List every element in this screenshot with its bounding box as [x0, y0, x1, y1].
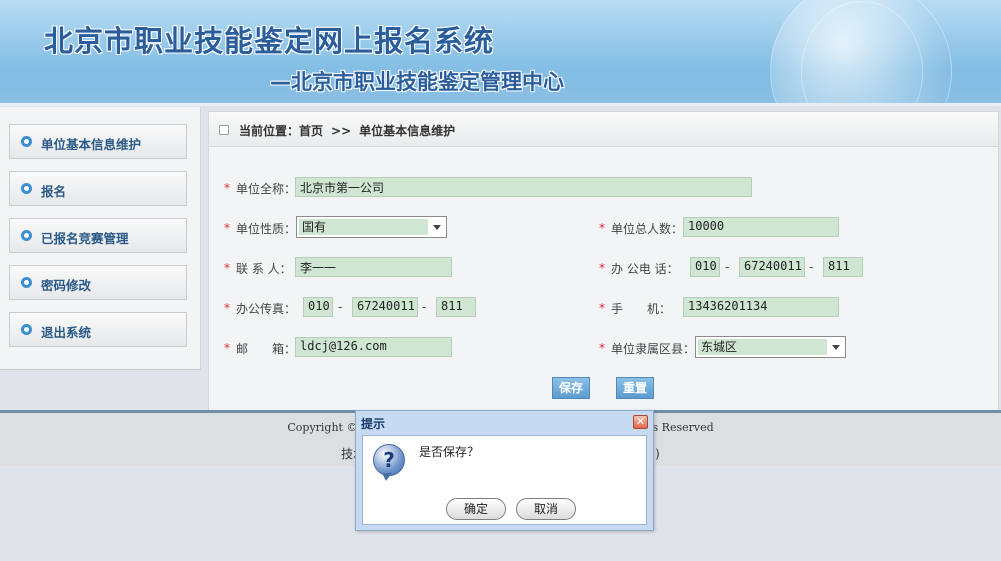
header-banner: 北京市职业技能鉴定网上报名系统 —北京市职业技能鉴定管理中心 — [0, 0, 1001, 103]
question-icon: ? — [373, 444, 405, 481]
office-phone-ext-input[interactable]: 811 — [823, 257, 863, 277]
bullet-icon — [21, 324, 32, 335]
required-star: * — [224, 221, 230, 235]
email-label: 邮 箱： — [236, 342, 297, 356]
office-phone-number-input[interactable]: 67240011 — [739, 257, 805, 277]
required-star: * — [599, 341, 605, 355]
sidebar-item-unit-info[interactable]: 单位基本信息维护 — [9, 124, 187, 159]
district-label: 单位隶属区县： — [611, 342, 696, 356]
ok-button[interactable]: 确定 — [446, 498, 506, 520]
unit-type-select[interactable]: 国有 — [296, 216, 447, 238]
unit-type-label: 单位性质： — [236, 222, 297, 236]
breadcrumb-arrow-icon — [219, 125, 229, 135]
bullet-icon — [21, 183, 32, 194]
office-phone-area-input[interactable]: 010 — [690, 257, 720, 277]
required-star: * — [224, 261, 230, 275]
sidebar-item-change-password[interactable]: 密码修改 — [9, 265, 187, 300]
contact-input[interactable]: 李一一 — [295, 257, 452, 277]
required-star: * — [599, 221, 605, 235]
district-select[interactable]: 东城区 — [695, 336, 846, 358]
system-title: 北京市职业技能鉴定网上报名系统 — [44, 24, 495, 58]
reset-button[interactable]: 重置 — [616, 377, 654, 399]
total-staff-label: 单位总人数： — [611, 222, 684, 236]
cancel-button[interactable]: 取消 — [516, 498, 576, 520]
office-fax-label: 办公传真： — [236, 302, 297, 316]
breadcrumb-separator: >> — [331, 124, 352, 138]
dialog-body: ? 是否保存？ 确定 取消 — [362, 435, 647, 525]
mobile-input[interactable]: 13436201134 — [683, 297, 839, 317]
required-star: * — [224, 341, 230, 355]
unit-name-label: 单位全称： — [236, 182, 297, 196]
breadcrumb-prefix: 当前位置：首页 — [239, 124, 324, 138]
confirm-dialog: 提示 ✕ ? 是否保存？ 确定 取消 — [355, 410, 654, 531]
bullet-icon — [21, 277, 32, 288]
required-star: * — [599, 301, 605, 315]
sidebar: 单位基本信息维护 报名 已报名竞赛管理 密码修改 退出系统 — [0, 107, 201, 370]
sidebar-item-label: 密码修改 — [41, 278, 92, 293]
dialog-message: 是否保存？ — [419, 445, 480, 459]
required-star: * — [224, 301, 230, 315]
sidebar-item-label: 报名 — [41, 184, 67, 199]
chevron-down-icon — [832, 345, 840, 350]
contact-label: 联 系 人： — [236, 262, 292, 276]
office-fax-area-input[interactable]: 010 — [303, 297, 333, 317]
mobile-label: 手 机： — [611, 302, 672, 316]
sidebar-item-register[interactable]: 报名 — [9, 171, 187, 206]
bullet-icon — [21, 230, 32, 241]
sidebar-item-label: 退出系统 — [41, 325, 92, 340]
bullet-icon — [21, 136, 32, 147]
support-text-end: ) — [655, 447, 660, 461]
sidebar-item-registered-contests[interactable]: 已报名竞赛管理 — [9, 218, 187, 253]
email-input[interactable]: ldcj@126.com — [295, 337, 452, 357]
save-button[interactable]: 保存 — [552, 377, 590, 399]
unit-type-value: 国有 — [299, 219, 428, 235]
district-value: 东城区 — [698, 339, 827, 355]
main-panel: 当前位置：首页 >> 单位基本信息维护 * 单位全称： 北京市第一公司 * 单位性质… — [208, 111, 999, 411]
sidebar-item-logout[interactable]: 退出系统 — [9, 312, 187, 347]
system-subtitle: —北京市职业技能鉴定管理中心 — [270, 70, 564, 94]
required-star: * — [599, 261, 605, 275]
office-phone-label: 办 公电 话： — [611, 262, 679, 276]
required-star: * — [224, 181, 230, 195]
office-fax-number-input[interactable]: 67240011 — [352, 297, 418, 317]
unit-name-input[interactable]: 北京市第一公司 — [295, 177, 752, 197]
breadcrumb-current: 单位基本信息维护 — [359, 124, 456, 138]
sidebar-item-label: 已报名竞赛管理 — [41, 231, 129, 246]
sidebar-item-label: 单位基本信息维护 — [41, 137, 142, 152]
chevron-down-icon — [433, 225, 441, 230]
office-fax-ext-input[interactable]: 811 — [436, 297, 476, 317]
close-icon[interactable]: ✕ — [633, 415, 648, 429]
breadcrumb: 当前位置：首页 >> 单位基本信息维护 — [209, 112, 998, 147]
dialog-title: 提示 — [361, 417, 386, 431]
total-staff-input[interactable]: 10000 — [683, 217, 839, 237]
